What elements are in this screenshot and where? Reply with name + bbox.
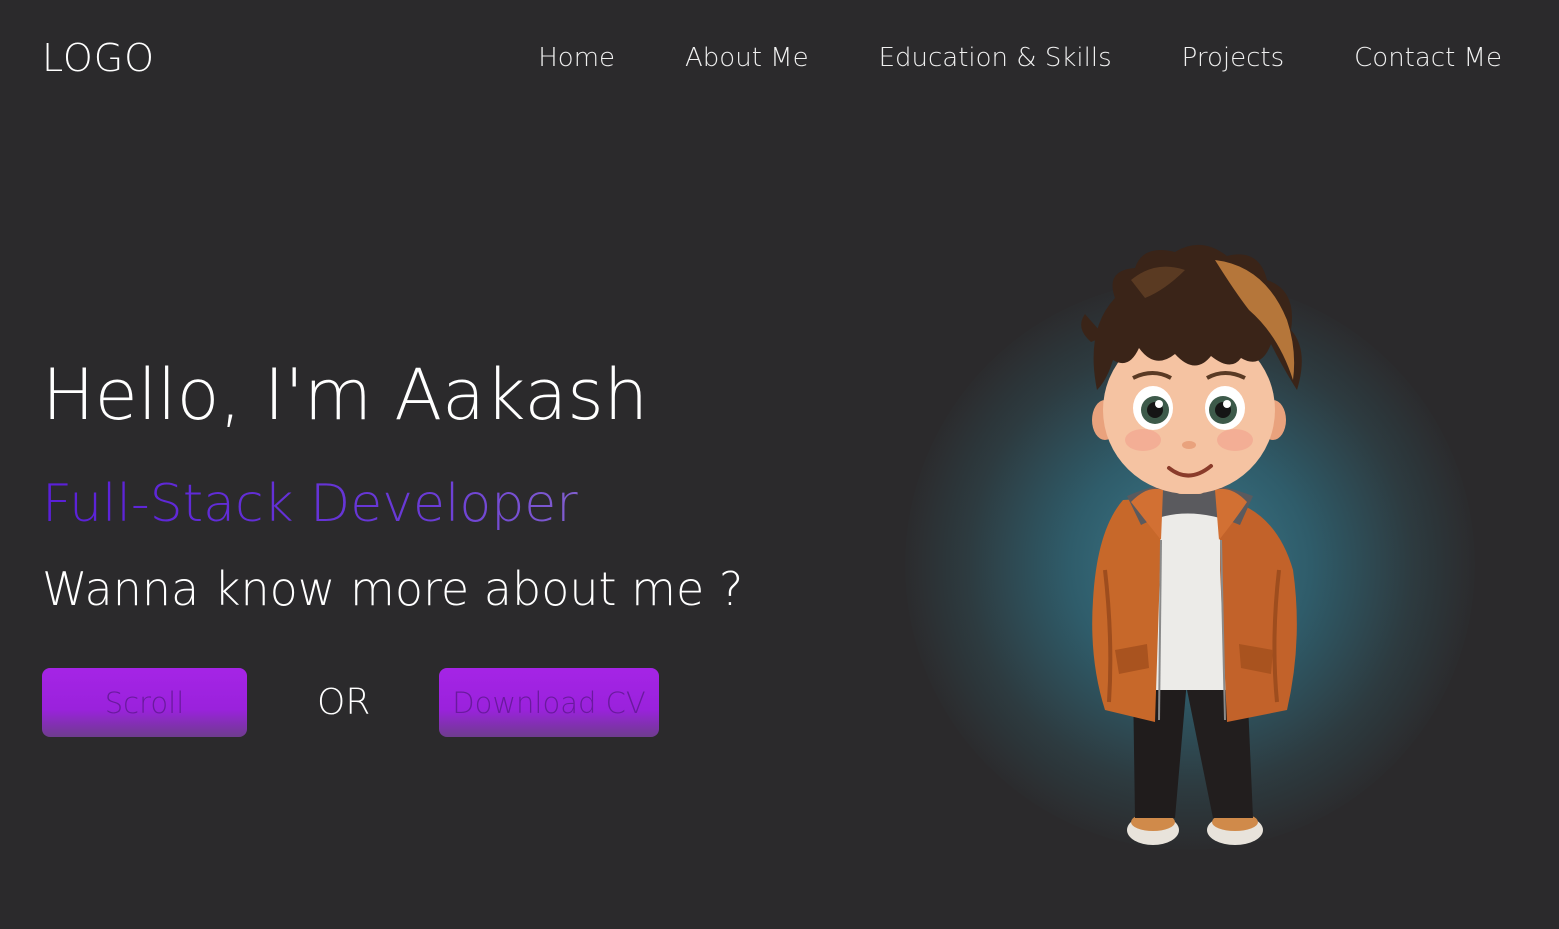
hero-section: Hello, I'm Aakash Full-Stack Developer W…	[42, 360, 743, 612]
nav-link-contact-me[interactable]: Contact Me	[1354, 43, 1502, 73]
or-separator: OR	[317, 682, 371, 723]
navbar: LOGO Home About Me Education & Skills Pr…	[0, 0, 1559, 120]
nav-link-projects[interactable]: Projects	[1182, 43, 1285, 73]
cta-row: Scroll OR Download CV	[42, 668, 662, 737]
logo[interactable]: LOGO	[42, 36, 155, 80]
download-cv-button[interactable]: Download CV	[439, 668, 659, 737]
hero-role: Full-Stack Developer	[42, 478, 743, 530]
hero-greeting: Hello, I'm Aakash	[42, 354, 649, 436]
nav-links: Home About Me Education & Skills Project…	[538, 43, 1502, 73]
nav-link-about-me[interactable]: About Me	[685, 43, 809, 73]
cartoon-boy-avatar-icon	[1081, 244, 1302, 845]
hero-prompt: Wanna know more about me ?	[42, 562, 744, 616]
scroll-button[interactable]: Scroll	[42, 668, 247, 737]
avatar-container	[905, 240, 1475, 860]
nav-link-education-skills[interactable]: Education & Skills	[879, 43, 1112, 73]
nav-link-home[interactable]: Home	[538, 43, 615, 73]
